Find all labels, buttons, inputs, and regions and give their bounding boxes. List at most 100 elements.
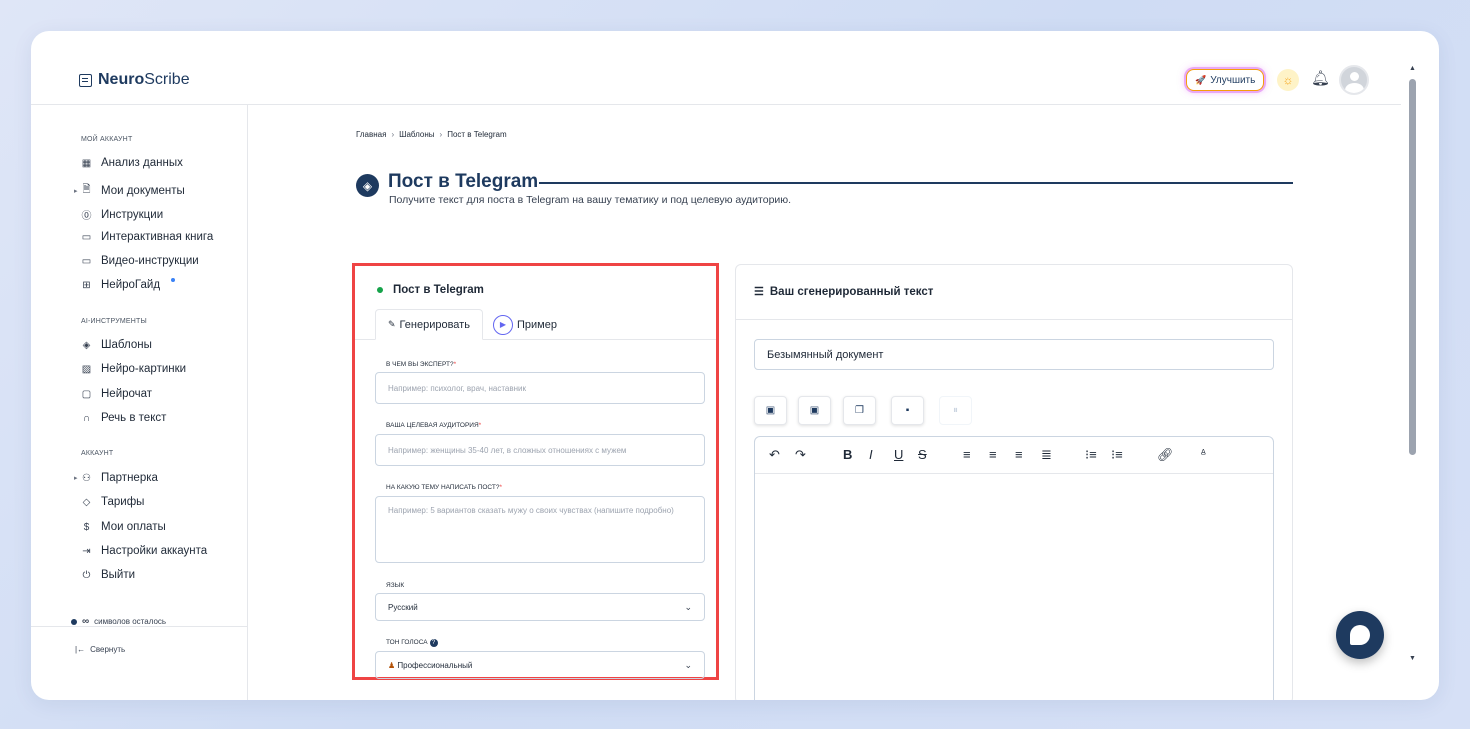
person-icon: ♟: [388, 660, 396, 670]
theme-toggle-sun-icon[interactable]: ☼: [1277, 69, 1299, 91]
sidebar-item-neuro-images[interactable]: ▨ Нейро-картинки: [81, 363, 186, 375]
tab-example[interactable]: ▶ Пример: [493, 309, 557, 340]
italic-icon[interactable]: I: [869, 447, 873, 462]
clear-format-icon[interactable]: A̲: [1201, 449, 1206, 456]
copy-button[interactable]: ❐: [843, 396, 876, 425]
sidebar-item-instructions[interactable]: ⓪ Инструкции: [81, 207, 164, 223]
form-tabs: ✎ Генерировать ▶ Пример: [355, 309, 716, 340]
scrollbar-thumb[interactable]: [1409, 79, 1416, 455]
align-center-icon[interactable]: ≡: [989, 447, 997, 462]
video-icon: ▭: [81, 255, 92, 267]
sidebar: МОЙ АККАУНТ ▦ Анализ данных ▸ 🗎 Мои доку…: [31, 105, 248, 700]
topic-textarea[interactable]: Например: 5 вариантов сказать мужу о сво…: [375, 496, 705, 563]
export-pdf-button[interactable]: ▣: [754, 396, 787, 425]
undo-icon[interactable]: ↶: [769, 447, 780, 463]
strikethrough-icon[interactable]: S: [918, 447, 927, 462]
sidebar-item-account-settings[interactable]: ⇥ Настройки аккаунта: [81, 545, 207, 557]
sidebar-item-data-analysis[interactable]: ▦ Анализ данных: [81, 157, 183, 169]
bold-icon[interactable]: B: [843, 447, 852, 462]
underline-icon[interactable]: U: [894, 447, 903, 462]
collapse-icon: |←: [75, 645, 86, 654]
support-chat-button[interactable]: [1336, 611, 1384, 659]
link-icon[interactable]: 🔗︎: [1157, 447, 1174, 463]
tab-example-label: Пример: [517, 318, 557, 331]
redo-icon[interactable]: ↷: [795, 447, 806, 463]
help-icon[interactable]: ?: [429, 639, 438, 647]
upgrade-label: Улучшить: [1210, 74, 1256, 86]
align-left-icon[interactable]: ≡: [963, 447, 971, 462]
headphones-icon: ∩: [82, 412, 91, 424]
sidebar-item-label: Тарифы: [101, 496, 145, 508]
book-icon: ▭: [81, 231, 92, 243]
sidebar-item-video-instructions[interactable]: ▭ Видео-инструкции: [81, 255, 199, 267]
ordered-list-icon[interactable]: ⁝≡: [1085, 447, 1097, 463]
section-title-account: АККАУНТ: [81, 450, 114, 457]
sidebar-item-speech-to-text[interactable]: ∩ Речь в текст: [81, 412, 166, 424]
page-subtitle: Получите текст для поста в Telegram на в…: [389, 194, 792, 206]
collapse-label: Свернуть: [90, 645, 126, 654]
sidebar-item-templates[interactable]: ◈ Шаблоны: [81, 339, 152, 351]
logo[interactable]: NeuroScribe: [79, 71, 190, 89]
breadcrumb-current: Пост в Telegram: [447, 130, 507, 139]
text-editor[interactable]: ↶ ↷ B I U S ≡ ≡ ≡ ≣ ⁝≡ ⁝≡ 🔗︎ A̲: [754, 436, 1274, 700]
breadcrumb-home[interactable]: Главная: [356, 130, 386, 139]
language-select[interactable]: Русский ⌄: [375, 593, 705, 621]
bell-icon[interactable]: 🔔︎: [1311, 69, 1330, 87]
pause-button[interactable]: ⏸: [939, 396, 972, 425]
sidebar-item-neuroguide[interactable]: ⊞ НейроГайд: [81, 278, 176, 291]
sidebar-item-label: Мои оплаты: [101, 521, 166, 533]
sidebar-item-label: Нейрочат: [101, 388, 153, 400]
chevron-right-icon: ▸: [74, 187, 78, 195]
breadcrumb-templates[interactable]: Шаблоны: [399, 130, 434, 139]
image-icon: ▨: [81, 363, 92, 375]
tone-select[interactable]: ♟ Профессиональный ⌄: [375, 651, 705, 679]
logo-rest: Scribe: [144, 71, 190, 88]
page-scrollbar[interactable]: ▲ ▼: [1401, 31, 1439, 700]
users-icon: ⚇: [82, 472, 91, 484]
align-right-icon[interactable]: ≡: [1015, 447, 1023, 462]
sidebar-item-neurochat[interactable]: ▢ Нейрочат: [81, 388, 152, 400]
app-window: NeuroScribe 🚀 Улучшить ☼ 🔔︎ МОЙ АККАУНТ …: [31, 31, 1439, 700]
document-name-input[interactable]: Безымянный документ: [754, 339, 1274, 370]
logo-icon: [79, 73, 92, 87]
scroll-up-icon[interactable]: ▲: [1409, 65, 1416, 72]
sidebar-item-label: Видео-инструкции: [101, 255, 199, 267]
tab-generate-label: Генерировать: [399, 318, 470, 331]
align-justify-icon[interactable]: ≣: [1041, 447, 1052, 463]
expert-placeholder: Например: психолог, врач, наставник: [388, 383, 527, 393]
sidebar-item-payments[interactable]: $ Мои оплаты: [81, 521, 166, 533]
audience-placeholder: Например: женщины 35-40 лет, в сложных о…: [388, 445, 627, 455]
chat-bubble-icon: [1350, 625, 1370, 645]
sidebar-item-interactive-book[interactable]: ▭ Интерактивная книга: [81, 231, 213, 243]
sidebar-divider: [31, 626, 248, 627]
save-button[interactable]: ▪: [891, 396, 924, 425]
bullet-list-icon[interactable]: ⁝≡: [1111, 447, 1123, 463]
sidebar-item-logout[interactable]: ⏻ Выйти: [81, 569, 136, 581]
section-title-ai-tools: AI-ИНСТРУМЕНТЫ: [81, 318, 147, 325]
sidebar-item-label: Интерактивная книга: [101, 231, 214, 243]
sidebar-item-my-documents[interactable]: ▸ 🗎 Мои документы: [74, 182, 185, 199]
sidebar-item-label: Инструкции: [101, 208, 164, 221]
section-title-my-account: МОЙ АККАУНТ: [81, 136, 133, 143]
align-left-icon: ☰: [754, 286, 764, 298]
audience-input[interactable]: Например: женщины 35-40 лет, в сложных о…: [375, 434, 705, 466]
rocket-icon: 🚀: [1195, 74, 1207, 85]
sidebar-item-label: Нейро-картинки: [101, 363, 187, 375]
expert-label: В ЧЕМ ВЫ ЭКСПЕРТ?*: [386, 361, 457, 368]
layers-icon: ◈: [82, 339, 91, 351]
chat-icon: ▢: [81, 388, 92, 400]
sidebar-item-tariffs[interactable]: ◇ Тарифы: [81, 496, 145, 508]
tab-generate[interactable]: ✎ Генерировать: [375, 309, 483, 340]
collapse-button[interactable]: |← Свернуть: [75, 645, 125, 654]
upgrade-button[interactable]: 🚀 Улучшить: [1186, 69, 1265, 91]
expert-input[interactable]: Например: психолог, врач, наставник: [375, 372, 705, 404]
sidebar-item-partner[interactable]: ▸ ⚇ Партнерка: [74, 472, 158, 484]
export-word-button[interactable]: ▣: [798, 396, 831, 425]
result-header: ☰ Ваш сгенерированный текст: [754, 285, 934, 299]
scroll-down-icon[interactable]: ▼: [1409, 655, 1416, 662]
result-title: Ваш сгенерированный текст: [769, 285, 934, 298]
avatar[interactable]: [1339, 65, 1369, 95]
document-icon: 🗎: [82, 184, 91, 195]
tone-label: ТОН ГОЛОСА?: [386, 639, 438, 647]
topic-placeholder: Например: 5 вариантов сказать мужу о сво…: [388, 506, 674, 515]
